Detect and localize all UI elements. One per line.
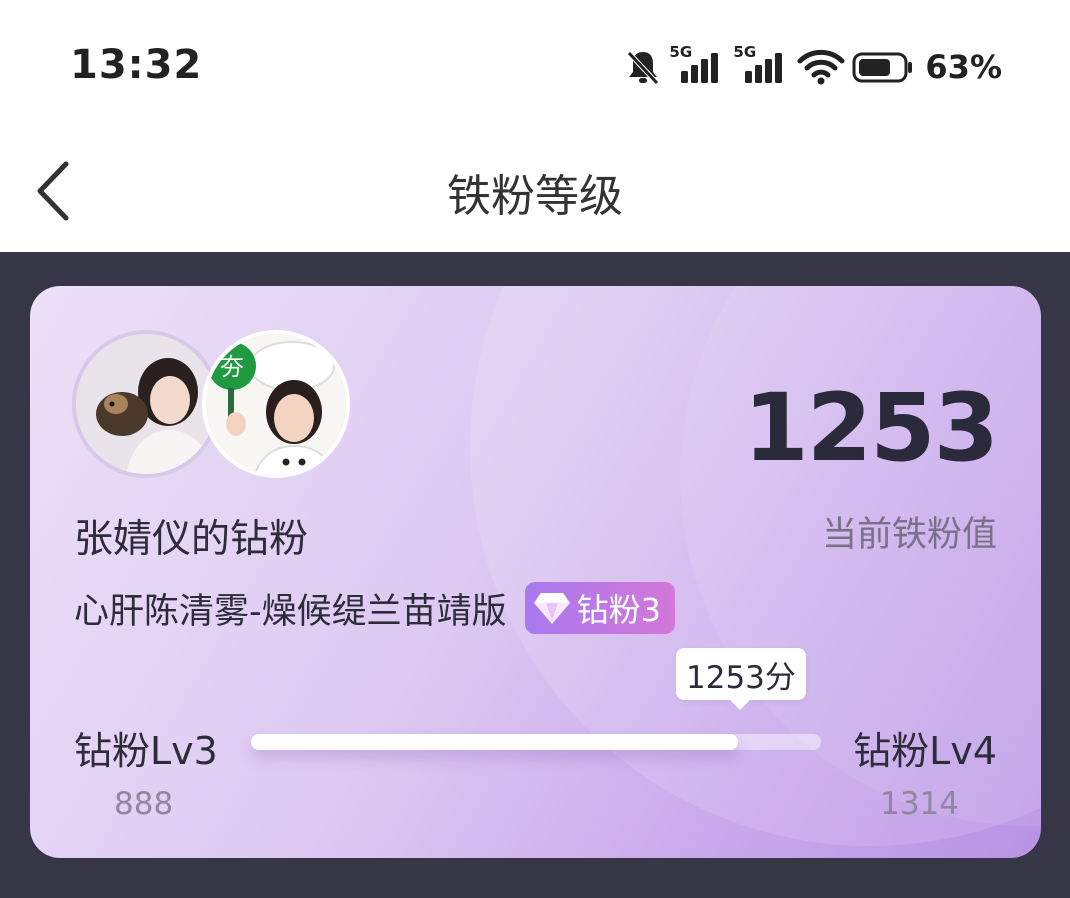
battery-percent: 63% [925, 48, 1002, 86]
fan-score-value: 1253 [743, 374, 999, 483]
level-progress-fill [251, 734, 739, 750]
avatar-group: 夯 [72, 328, 372, 488]
network-type-label: 5G [733, 43, 757, 61]
signal-5g-icon: 5G [669, 43, 727, 87]
battery-icon [851, 47, 915, 87]
badge-label: 钻粉3 [576, 591, 662, 629]
next-level-label: 钻粉Lv4 [853, 729, 997, 773]
fan-title: 张婧仪的钻粉 [74, 517, 309, 562]
level-progress-bar [251, 734, 821, 750]
fan-group-name: 心肝陈清雾-燥候缇兰苗靖版 [74, 591, 507, 632]
wifi-icon [797, 47, 845, 87]
subtitle-row: 心肝陈清雾-燥候缇兰苗靖版 钻粉3 [74, 582, 676, 634]
level-min-value: 888 [114, 786, 174, 822]
level-badge: 钻粉3 [524, 582, 676, 634]
svg-text:夯: 夯 [220, 353, 244, 381]
status-time: 13:32 [70, 42, 203, 88]
content-area: 夯 张婧仪的钻粉 心肝陈清雾-燥候缇兰苗靖版 钻粉3 1253 当前铁粉值 12… [0, 252, 1070, 898]
level-max-value: 1314 [880, 786, 959, 822]
diamond-icon [533, 593, 570, 624]
status-icons: 5G 5G 63% [623, 43, 1002, 90]
fan-score-label: 当前铁粉值 [821, 515, 997, 555]
progress-tooltip: 1253分 [676, 648, 806, 710]
bell-muted-icon [623, 47, 663, 87]
network-type-label: 5G [669, 43, 693, 61]
fan-avatar[interactable]: 夯 [202, 330, 350, 478]
page-title: 铁粉等级 [447, 171, 623, 222]
star-avatar[interactable] [72, 330, 220, 478]
status-bar: 13:32 5G 5G 63% [0, 0, 1070, 130]
fan-level-card: 夯 张婧仪的钻粉 心肝陈清雾-燥候缇兰苗靖版 钻粉3 1253 当前铁粉值 12… [30, 286, 1041, 858]
signal-5g-icon: 5G [733, 43, 791, 87]
nav-bar: 铁粉等级 [0, 130, 1070, 252]
current-level-label: 钻粉Lv3 [74, 729, 218, 773]
